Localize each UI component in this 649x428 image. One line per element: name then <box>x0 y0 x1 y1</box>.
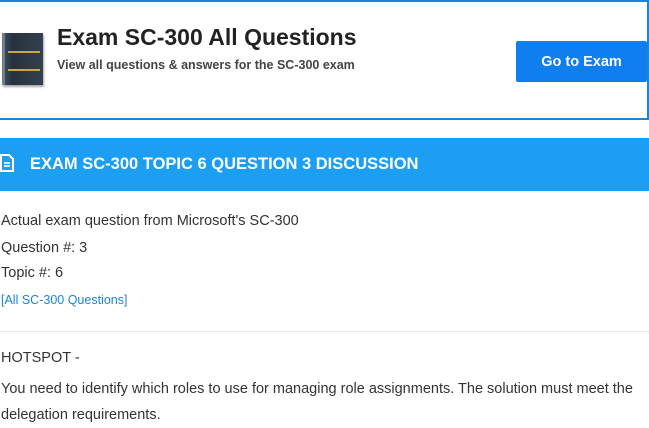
question-type-label: HOTSPOT - <box>1 350 80 366</box>
page-subtitle: View all questions & answers for the SC-… <box>57 58 355 72</box>
divider <box>0 331 649 332</box>
question-number: Question #: 3 <box>1 240 88 256</box>
exam-book-icon <box>2 33 43 85</box>
document-icon <box>0 154 14 177</box>
exam-intro-text: Actual exam question from Microsoft's SC… <box>1 213 299 229</box>
discussion-title: EXAM SC-300 TOPIC 6 QUESTION 3 DISCUSSIO… <box>30 155 419 173</box>
topic-number: Topic #: 6 <box>1 265 64 281</box>
page-title: Exam SC-300 All Questions <box>57 24 357 50</box>
exam-header-card: Exam SC-300 All Questions View all quest… <box>0 2 649 120</box>
all-questions-link[interactable]: [All SC-300 Questions] <box>1 293 127 307</box>
question-text: You need to identify which roles to use … <box>1 381 633 423</box>
go-to-exam-button[interactable]: Go to Exam <box>516 41 647 82</box>
discussion-banner: EXAM SC-300 TOPIC 6 QUESTION 3 DISCUSSIO… <box>0 138 649 191</box>
